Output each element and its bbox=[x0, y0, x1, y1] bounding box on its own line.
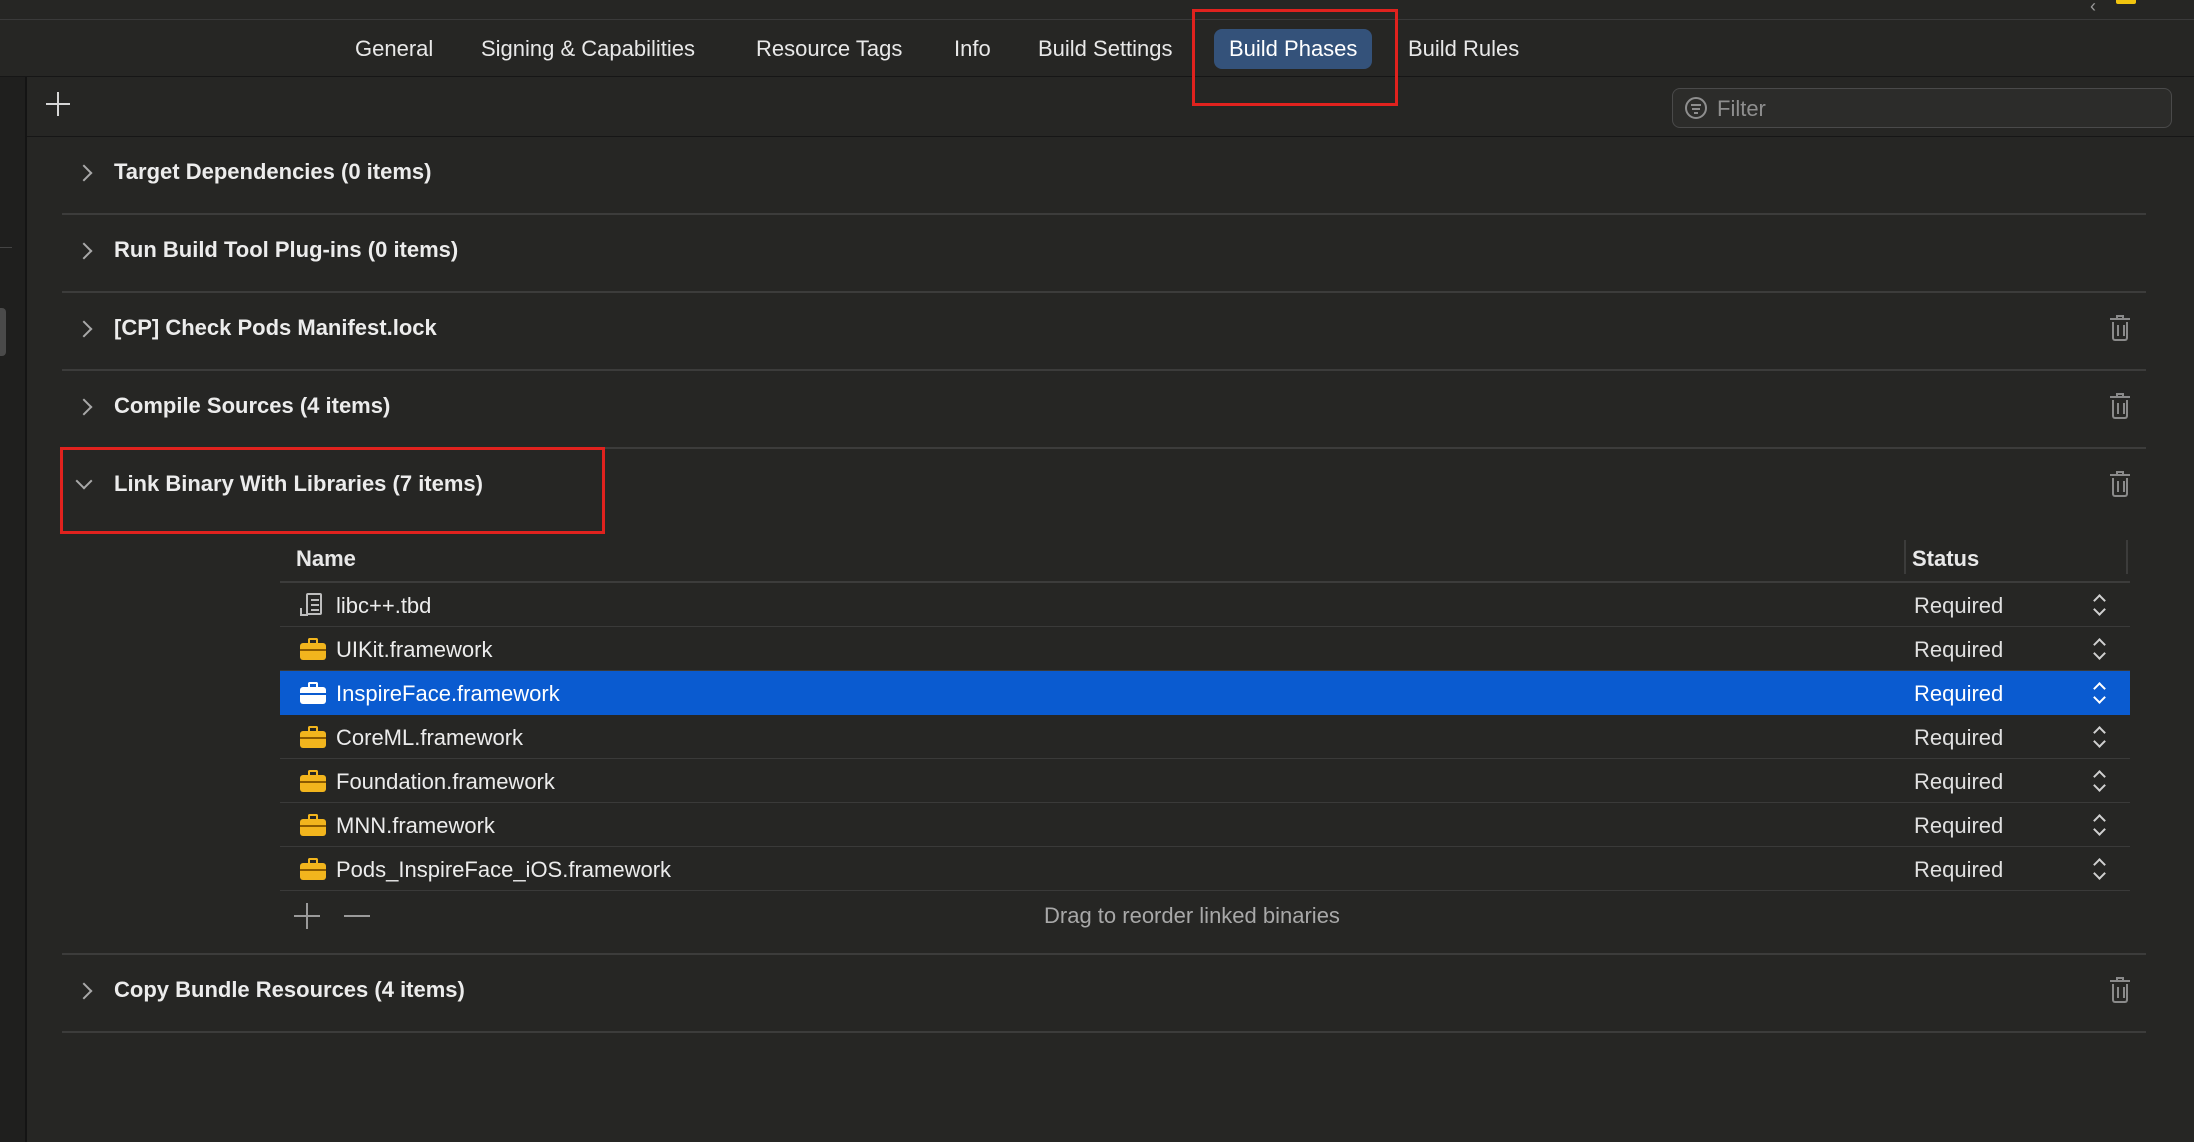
status-stepper-icon[interactable] bbox=[2092, 592, 2108, 618]
column-header-status[interactable]: Status bbox=[1912, 546, 1979, 572]
table-footer: Drag to reorder linked binaries bbox=[280, 891, 2130, 939]
tab-signing-capabilities[interactable]: Signing & Capabilities bbox=[466, 29, 710, 69]
chevron-left-icon: ‹ bbox=[2090, 0, 2096, 16]
phase-title: [CP] Check Pods Manifest.lock bbox=[114, 315, 437, 340]
reorder-hint: Drag to reorder linked binaries bbox=[1044, 903, 1340, 928]
framework-icon bbox=[300, 770, 326, 792]
tab-build-rules[interactable]: Build Rules bbox=[1393, 29, 1534, 69]
window-divider bbox=[0, 19, 2194, 20]
table-row[interactable]: MNN.framework Required bbox=[280, 803, 2130, 847]
library-name: MNN.framework bbox=[336, 813, 495, 838]
framework-icon bbox=[300, 682, 326, 704]
trash-icon[interactable] bbox=[2110, 471, 2130, 497]
table-row[interactable]: CoreML.framework Required bbox=[280, 715, 2130, 759]
chevron-down-icon[interactable] bbox=[75, 472, 93, 490]
library-name: libc++.tbd bbox=[336, 593, 432, 618]
trash-icon[interactable] bbox=[2110, 393, 2130, 419]
tab-build-settings[interactable]: Build Settings bbox=[1023, 29, 1188, 69]
status-stepper-icon[interactable] bbox=[2092, 812, 2108, 838]
framework-icon bbox=[300, 814, 326, 836]
table-row[interactable]: Pods_InspireFace_iOS.framework Required bbox=[280, 847, 2130, 891]
library-status[interactable]: Required bbox=[1914, 593, 2003, 619]
phase-title: Copy Bundle Resources (4 items) bbox=[114, 977, 465, 1002]
navigator-selection-marker bbox=[0, 308, 6, 356]
library-name: Foundation.framework bbox=[336, 769, 555, 794]
library-name: CoreML.framework bbox=[336, 725, 524, 750]
tab-general[interactable]: General bbox=[340, 29, 448, 69]
column-header-name[interactable]: Name bbox=[296, 546, 356, 572]
table-row-selected[interactable]: InspireFace.framework Required bbox=[280, 671, 2130, 715]
library-name: Pods_InspireFace_iOS.framework bbox=[336, 857, 672, 882]
table-row[interactable]: UIKit.framework Required bbox=[280, 627, 2130, 671]
warning-indicator-icon bbox=[2116, 0, 2136, 4]
phase-run-build-tool-plugins[interactable]: Run Build Tool Plug-ins (0 items) bbox=[62, 215, 2146, 293]
tab-resource-tags[interactable]: Resource Tags bbox=[741, 29, 917, 69]
phase-compile-sources[interactable]: Compile Sources (4 items) bbox=[62, 371, 2146, 449]
status-stepper-icon[interactable] bbox=[2092, 636, 2108, 662]
library-status[interactable]: Required bbox=[1914, 769, 2003, 795]
trash-icon[interactable] bbox=[2110, 315, 2130, 341]
library-status[interactable]: Required bbox=[1914, 813, 2003, 839]
library-status[interactable]: Required bbox=[1914, 681, 2003, 707]
library-status[interactable]: Required bbox=[1914, 637, 2003, 663]
chevron-right-icon[interactable] bbox=[75, 242, 93, 260]
status-stepper-icon[interactable] bbox=[2092, 680, 2108, 706]
status-stepper-icon[interactable] bbox=[2092, 856, 2108, 882]
framework-icon bbox=[300, 858, 326, 880]
chevron-right-icon[interactable] bbox=[75, 398, 93, 416]
chevron-right-icon[interactable] bbox=[75, 982, 93, 1000]
phase-title[interactable]: Link Binary With Libraries (7 items) bbox=[114, 471, 483, 497]
chevron-right-icon[interactable] bbox=[75, 164, 93, 182]
navigator-divider bbox=[0, 247, 12, 248]
tbd-file-icon bbox=[300, 593, 326, 616]
filter-field[interactable] bbox=[1672, 88, 2172, 129]
framework-icon bbox=[300, 726, 326, 748]
tab-build-phases[interactable]: Build Phases bbox=[1214, 29, 1373, 69]
tab-info[interactable]: Info bbox=[939, 29, 1006, 69]
phase-title: Run Build Tool Plug-ins (0 items) bbox=[114, 237, 459, 262]
filter-icon bbox=[1685, 97, 1707, 119]
editor-tab-bar: ‹ General Signing & Capabilities Resourc… bbox=[0, 0, 2194, 77]
chevron-right-icon[interactable] bbox=[75, 320, 93, 338]
column-divider bbox=[2126, 540, 2128, 574]
navigator-edge bbox=[0, 77, 27, 1142]
phase-title: Compile Sources (4 items) bbox=[114, 393, 391, 418]
phase-title: Target Dependencies (0 items) bbox=[114, 159, 432, 184]
remove-library-button[interactable] bbox=[344, 903, 370, 929]
framework-icon bbox=[300, 638, 326, 660]
phase-target-dependencies[interactable]: Target Dependencies (0 items) bbox=[62, 137, 2146, 215]
phase-copy-bundle-resources[interactable]: Copy Bundle Resources (4 items) bbox=[62, 955, 2146, 1033]
status-stepper-icon[interactable] bbox=[2092, 768, 2108, 794]
linked-libraries-table: Name Status libc++.tbd Required UIKit.fr… bbox=[280, 536, 2130, 939]
table-row[interactable]: Foundation.framework Required bbox=[280, 759, 2130, 803]
library-status[interactable]: Required bbox=[1914, 725, 2003, 751]
add-library-button[interactable] bbox=[294, 903, 320, 929]
table-header: Name Status bbox=[280, 536, 2130, 583]
phase-check-pods-manifest[interactable]: [CP] Check Pods Manifest.lock bbox=[62, 293, 2146, 371]
trash-icon[interactable] bbox=[2110, 977, 2130, 1003]
library-name: UIKit.framework bbox=[336, 637, 493, 662]
column-divider bbox=[1904, 540, 1906, 574]
table-row[interactable]: libc++.tbd Required bbox=[280, 583, 2130, 627]
library-name: InspireFace.framework bbox=[336, 681, 560, 706]
status-stepper-icon[interactable] bbox=[2092, 724, 2108, 750]
filter-input[interactable] bbox=[1715, 89, 2159, 129]
library-status[interactable]: Required bbox=[1914, 857, 2003, 883]
add-build-phase-button[interactable] bbox=[44, 90, 72, 118]
